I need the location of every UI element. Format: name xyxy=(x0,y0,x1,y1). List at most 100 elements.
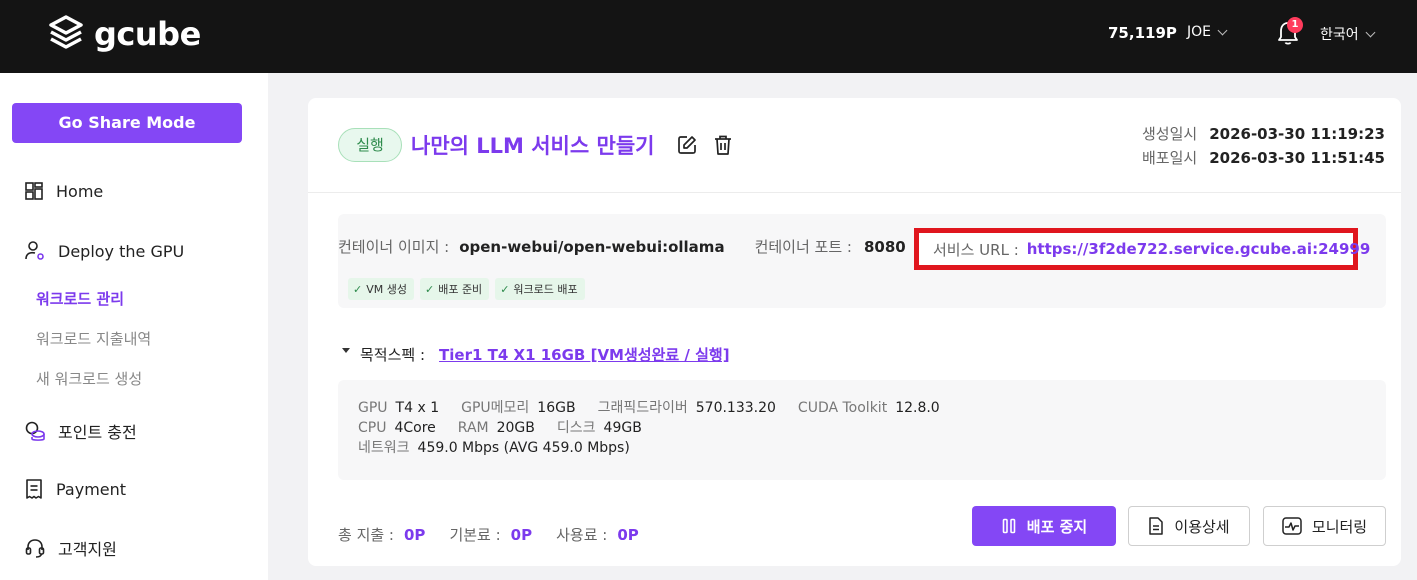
chip-deploy-ready: ✓ 배포 준비 xyxy=(419,278,490,300)
workload-title: 나만의 LLM 서비스 만들기 xyxy=(411,134,655,158)
sidebar-item-label: 고객지원 xyxy=(58,540,117,559)
container-info-line: 컨테이너 이미지 : open-webui/open-webui:ollama … xyxy=(338,236,906,257)
spec-key: GPU메모리 xyxy=(461,400,530,416)
chip-label: VM 생성 xyxy=(366,283,407,296)
deployed-value: 2026-03-30 11:51:45 xyxy=(1209,149,1385,167)
container-info-box: 컨테이너 이미지 : open-webui/open-webui:ollama … xyxy=(338,214,1386,308)
base-cost-value: 0P xyxy=(510,525,533,544)
spec-value: 570.133.20 xyxy=(695,400,776,416)
usage-cost-value: 0P xyxy=(617,525,639,544)
user-menu[interactable]: JOE xyxy=(1187,24,1228,40)
points-balance[interactable]: 75,119P xyxy=(1108,24,1177,42)
check-icon: ✓ xyxy=(424,282,435,296)
spec-value: 4Core xyxy=(394,420,436,436)
sidebar-subitem-workload-manage[interactable]: 워크로드 관리 xyxy=(36,288,124,309)
base-cost-label: 기본료 : xyxy=(449,526,501,544)
go-share-mode-button[interactable]: Go Share Mode xyxy=(12,103,242,143)
sidebar-item-support[interactable]: 고객지원 xyxy=(24,536,117,560)
progress-chips: ✓ VM 생성 ✓ 배포 준비 ✓ 워크로드 배포 xyxy=(348,278,585,300)
port-label: 컨테이너 포트 : xyxy=(754,238,852,256)
spec-key: CPU xyxy=(358,420,387,436)
sidebar-subitem-workload-spend[interactable]: 워크로드 지출내역 xyxy=(36,328,151,349)
receipt-icon xyxy=(26,479,42,499)
total-cost-label: 총 지출 : xyxy=(338,526,394,544)
trash-icon[interactable] xyxy=(712,134,734,156)
document-icon xyxy=(1149,517,1164,535)
spec-value: 12.8.0 xyxy=(895,400,940,416)
sidebar-item-payment[interactable]: Payment xyxy=(24,478,126,500)
spec-value: 16GB xyxy=(537,400,576,416)
spec-key: RAM xyxy=(457,420,489,436)
spec-key: 디스크 xyxy=(556,420,596,436)
logo[interactable]: gcube xyxy=(46,14,201,54)
grid-icon xyxy=(25,182,43,200)
cube-logo-icon xyxy=(49,15,83,49)
spec-value: 20GB xyxy=(496,420,535,436)
usage-cost-label: 사용료 : xyxy=(556,526,608,544)
sidebar-item-label: Payment xyxy=(56,479,127,499)
spec-label: 목적스펙 : xyxy=(360,346,426,364)
spec-key: CUDA Toolkit xyxy=(797,400,888,416)
created-value: 2026-03-30 11:19:23 xyxy=(1209,125,1385,143)
chevron-down-icon xyxy=(1217,25,1228,35)
edit-icon[interactable] xyxy=(676,134,698,156)
spec-value: 49GB xyxy=(603,420,642,436)
image-label: 컨테이너 이미지 : xyxy=(338,238,450,256)
user-gear-icon xyxy=(25,241,44,260)
chip-workload-deployed: ✓ 워크로드 배포 xyxy=(495,278,585,300)
pause-icon xyxy=(1002,518,1016,534)
sidebar-item-label: 포인트 충전 xyxy=(58,423,137,442)
logo-text: gcube xyxy=(94,15,201,53)
service-url-highlight: 서비스 URL : https://3f2de722.service.gcube… xyxy=(914,228,1370,270)
spec-line: 네트워크 459.0 Mbps (AVG 459.0 Mbps) xyxy=(358,438,1386,458)
language-select[interactable]: 한국어 xyxy=(1320,24,1376,44)
chevron-down-icon xyxy=(1365,27,1376,37)
cost-summary: 총 지출 : 0P 기본료 : 0P 사용료 : 0P xyxy=(338,524,663,545)
monitoring-label: 모니터링 xyxy=(1311,517,1368,536)
workload-card: 실행 나만의 LLM 서비스 만들기 생성일시 2026-03-30 11:19… xyxy=(308,98,1401,566)
language-label: 한국어 xyxy=(1320,27,1359,43)
total-cost-value: 0P xyxy=(404,525,426,544)
headset-icon xyxy=(25,539,45,558)
status-badge: 실행 xyxy=(338,128,402,162)
spec-key: 그래픽드라이버 xyxy=(597,400,688,416)
sidebar-item-deploy-gpu[interactable]: Deploy the GPU xyxy=(24,240,184,262)
top-bar: gcube 75,119P JOE 1 한국어 xyxy=(0,0,1417,73)
stop-deploy-label: 배포 중지 xyxy=(1026,517,1088,536)
spec-value: T4 x 1 xyxy=(395,400,440,416)
sidebar-subitem-new-workload[interactable]: 새 워크로드 생성 xyxy=(36,368,142,389)
notification-badge: 1 xyxy=(1287,17,1303,33)
spec-link[interactable]: Tier1 T4 X1 16GB [VM생성완료 / 실행] xyxy=(439,344,730,365)
stop-deploy-button[interactable]: 배포 중지 xyxy=(972,506,1116,546)
monitoring-button[interactable]: 모니터링 xyxy=(1263,506,1386,546)
pulse-icon xyxy=(1282,517,1302,535)
sidebar-item-points[interactable]: 포인트 충전 xyxy=(24,419,137,443)
spec-value: 459.0 Mbps (AVG 459.0 Mbps) xyxy=(417,440,630,456)
sidebar-item-home[interactable]: Home xyxy=(24,181,103,201)
workload-dates: 생성일시 2026-03-30 11:19:23 배포일시 2026-03-30… xyxy=(1142,122,1385,170)
spec-details-box: GPU T4 x 1 GPU메모리 16GB 그래픽드라이버 570.133.20 C… xyxy=(338,380,1386,480)
sidebar: Go Share Mode Home Deploy the GPU 워크로드 관… xyxy=(0,73,268,580)
port-value: 8080 xyxy=(863,237,906,256)
sidebar-item-label: Home xyxy=(56,181,104,201)
image-value: open-webui/open-webui:ollama xyxy=(459,237,725,256)
spec-row: 목적스펙 : Tier1 T4 X1 16GB [VM생성완료 / 실행] xyxy=(342,344,730,365)
user-name: JOE xyxy=(1187,24,1211,40)
spec-key: 네트워크 xyxy=(358,440,410,456)
usage-detail-button[interactable]: 이용상세 xyxy=(1128,506,1250,546)
url-label: 서비스 URL : xyxy=(933,240,1019,259)
usage-detail-label: 이용상세 xyxy=(1174,517,1230,536)
spec-line: CPU 4Core RAM 20GB 디스크 49GB xyxy=(358,418,1386,438)
check-icon: ✓ xyxy=(353,282,363,296)
chip-label: 배포 준비 xyxy=(438,283,483,296)
service-url-link[interactable]: https://3f2de722.service.gcube.ai:24999 xyxy=(1027,240,1371,258)
spec-line: GPU T4 x 1 GPU메모리 16GB 그래픽드라이버 570.133.20 C… xyxy=(358,398,1386,418)
created-label: 생성일시 xyxy=(1142,125,1198,143)
check-icon: ✓ xyxy=(500,282,510,296)
deployed-label: 배포일시 xyxy=(1142,149,1198,167)
spec-key: GPU xyxy=(358,400,388,416)
sidebar-item-label: Deploy the GPU xyxy=(58,241,185,261)
caret-down-icon[interactable] xyxy=(342,348,350,353)
chip-vm-created: ✓ VM 생성 xyxy=(348,278,414,300)
chip-label: 워크로드 배포 xyxy=(513,283,578,296)
